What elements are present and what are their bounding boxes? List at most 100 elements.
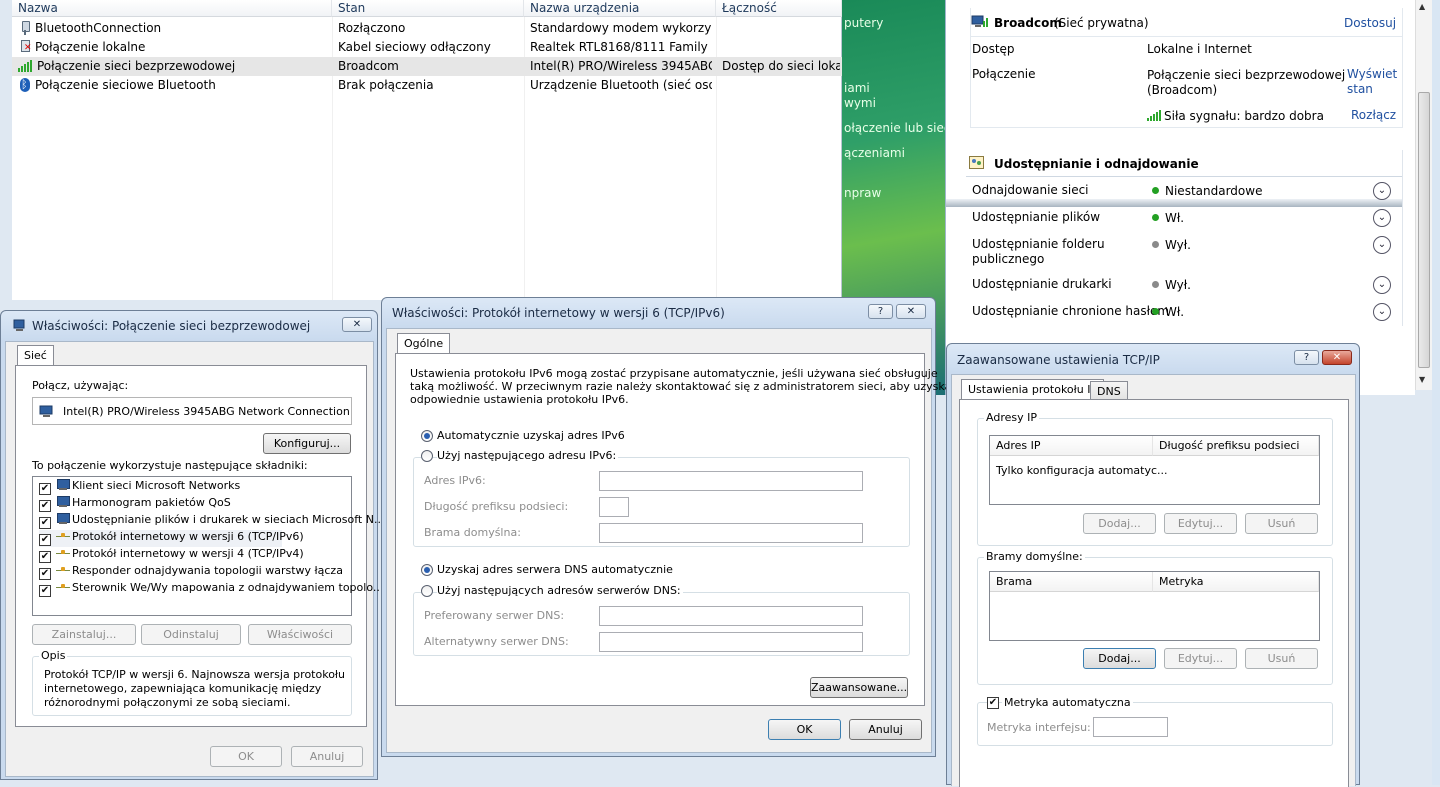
dialog-title: Właściwości: Połączenie sieci bezprzewod… [32, 319, 311, 333]
prefix-length-input[interactable] [599, 497, 629, 517]
column-header-device[interactable]: Nazwa urządzenia [524, 0, 716, 17]
chevron-down-icon[interactable]: ⌄ [1373, 236, 1391, 254]
list-item-label: Protokół internetowy w wersji 4 (TCP/IPv… [72, 547, 304, 560]
cancel-button[interactable]: Anuluj [291, 746, 363, 767]
description-group: Opis Protokół TCP/IP w wersji 6. Najnows… [32, 649, 352, 716]
chevron-down-icon[interactable]: ⌄ [1373, 182, 1391, 200]
scroll-down-icon[interactable]: ▼ [1419, 375, 1425, 384]
preferred-dns-input[interactable] [599, 606, 863, 626]
checkbox[interactable]: ✔ [39, 500, 51, 512]
advanced-button[interactable]: Zaawansowane... [810, 677, 908, 698]
install-button[interactable]: Zainstaluj... [32, 624, 136, 645]
checkbox[interactable]: ✔ [39, 483, 51, 495]
connection-device: Standardowy modem wykorzyst... [530, 21, 712, 35]
alternate-dns-input[interactable] [599, 632, 863, 652]
table-row[interactable]: Połączenie sieciowe Bluetooth Brak połąc… [12, 76, 842, 95]
auto-ipv6-label[interactable]: Automatycznie uzyskaj adres IPv6 [437, 429, 625, 442]
list-item[interactable]: ✔ Harmonogram pakietów QoS [39, 496, 231, 513]
column-header-gateway[interactable]: Brama [990, 572, 1153, 592]
table-row-selected[interactable]: Połączenie sieci bezprzewodowej Broadcom… [12, 57, 842, 76]
close-button[interactable]: ✕ [342, 317, 372, 332]
auto-dns-label[interactable]: Uzyskaj adres serwera DNS automatycznie [437, 563, 673, 576]
manual-dns-radio[interactable] [421, 585, 433, 597]
task-link-fragment[interactable]: putery [844, 16, 883, 30]
configure-button[interactable]: Konfiguruj... [263, 433, 351, 454]
vertical-scrollbar[interactable]: ▲ ▼ [1415, 0, 1432, 390]
close-button[interactable]: ✕ [1322, 350, 1352, 365]
checkbox[interactable]: ✔ [39, 568, 51, 580]
tab-general[interactable]: Ogólne [397, 333, 451, 353]
manual-dns-label[interactable]: Użyj następujących adresów serwerów DNS: [437, 584, 683, 597]
ipv6-address-input[interactable] [599, 471, 863, 491]
edit-ip-button[interactable]: Edytuj... [1164, 513, 1237, 534]
components-list[interactable]: ✔ Klient sieci Microsoft Networks ✔ Harmon… [32, 476, 384, 616]
auto-metric-label[interactable]: Metryka automatyczna [1002, 696, 1133, 709]
list-item[interactable]: ✔ Sterownik We/Wy mapowania z odnajdywani… [39, 581, 383, 598]
edit-gateway-button[interactable]: Edytuj... [1164, 648, 1237, 669]
tab-network[interactable]: Sieć [17, 345, 54, 365]
list-item-label: Harmonogram pakietów QoS [72, 496, 231, 509]
gateways-list[interactable]: Brama Metryka [989, 571, 1320, 641]
list-item[interactable]: ✔ Klient sieci Microsoft Networks [39, 479, 240, 496]
column-header-name[interactable]: Nazwa [12, 0, 332, 17]
column-header-state[interactable]: Stan [332, 0, 524, 17]
tab-ip-settings[interactable]: Ustawienia protokołu IP [961, 379, 1105, 399]
ok-button[interactable]: OK [210, 746, 282, 767]
checkbox[interactable]: ✔ [39, 534, 51, 546]
manual-ipv6-label[interactable]: Użyj następującego adresu IPv6: [437, 449, 619, 462]
column-header-ip[interactable]: Adres IP [990, 436, 1153, 456]
column-header-metric[interactable]: Metryka [1153, 572, 1319, 592]
chevron-down-icon[interactable]: ⌄ [1373, 276, 1391, 294]
task-link-fragment[interactable]: npraw [844, 186, 881, 200]
scroll-up-icon[interactable]: ▲ [1419, 2, 1425, 11]
tab-dns[interactable]: DNS [1090, 381, 1128, 399]
description-text: różnorodnymi połączonymi ze sobą sieciam… [44, 696, 291, 709]
checkbox[interactable]: ✔ [39, 585, 51, 597]
close-button[interactable]: ✕ [896, 304, 926, 319]
view-status-link-line2[interactable]: stan [1347, 82, 1373, 96]
remove-gateway-button[interactable]: Usuń [1245, 648, 1318, 669]
auto-dns-radio[interactable] [421, 564, 433, 576]
remove-ip-button[interactable]: Usuń [1245, 513, 1318, 534]
task-link-fragment[interactable]: wymi [844, 96, 876, 110]
add-ip-button[interactable]: Dodaj... [1083, 513, 1156, 534]
list-item[interactable]: ✔ Protokół internetowy w wersji 4 (TCP/IP… [39, 547, 304, 564]
customize-link[interactable]: Dostosuj [1344, 16, 1396, 30]
list-item[interactable]: ✔ Udostępnianie plików i drukarek w sieci… [39, 513, 384, 530]
properties-button[interactable]: Właściwości [248, 624, 352, 645]
ip-address-row[interactable]: Tylko konfiguracja automatyc... [996, 464, 1168, 477]
auto-ipv6-radio[interactable] [421, 430, 433, 442]
default-gateway-input[interactable] [599, 523, 863, 543]
interface-metric-input[interactable] [1093, 717, 1168, 737]
list-item[interactable]: ✔ Responder odnajdywania topologii warstw… [39, 564, 343, 581]
table-row[interactable]: BluetoothConnection Rozłączono Standardo… [12, 19, 842, 38]
task-link-fragment[interactable]: ączeniami [844, 146, 905, 160]
task-link-fragment[interactable]: iami [844, 81, 870, 95]
help-button[interactable]: ? [1294, 350, 1319, 365]
chevron-down-icon[interactable]: ⌄ [1373, 303, 1391, 321]
connection-connectivity: Dostęp do sieci lokalnej [722, 59, 840, 73]
task-link-fragment[interactable]: ołączenie lub sieć [844, 121, 950, 135]
cancel-button[interactable]: Anuluj [849, 719, 922, 740]
uninstall-button[interactable]: Odinstaluj [141, 624, 241, 645]
ok-button[interactable]: OK [768, 719, 841, 740]
scrollbar-thumb[interactable] [1418, 92, 1430, 368]
table-row[interactable]: Połączenie lokalne Kabel sieciowy odłącz… [12, 38, 842, 57]
chevron-down-icon[interactable]: ⌄ [1373, 209, 1391, 227]
disconnect-link[interactable]: Rozłącz [1351, 108, 1396, 122]
add-gateway-button[interactable]: Dodaj... [1083, 648, 1156, 669]
checkbox[interactable]: ✔ [39, 517, 51, 529]
view-status-link[interactable]: Wyświet [1347, 67, 1397, 81]
connection-name: Połączenie sieciowe Bluetooth [35, 78, 216, 92]
prefix-length-label: Długość prefiksu podsieci: [424, 500, 569, 513]
checkbox[interactable]: ✔ [39, 551, 51, 563]
ip-addresses-list[interactable]: Adres IP Długość prefiksu podsieci Tylko… [989, 435, 1320, 505]
auto-metric-checkbox[interactable]: ✔ [987, 697, 999, 709]
column-header-connectivity[interactable]: Łączność [716, 0, 842, 17]
public-folder-sharing-label: Udostępnianie folderu [972, 237, 1105, 251]
help-button[interactable]: ? [868, 304, 893, 319]
tab-panel: Ustawienia protokołu IPv6 mogą zostać pr… [395, 353, 957, 706]
list-item-selected[interactable]: ✔ Protokół internetowy w wersji 6 (TCP/IP… [39, 530, 304, 547]
manual-ipv6-radio[interactable] [421, 450, 433, 462]
column-header-prefix[interactable]: Długość prefiksu podsieci [1153, 436, 1319, 456]
